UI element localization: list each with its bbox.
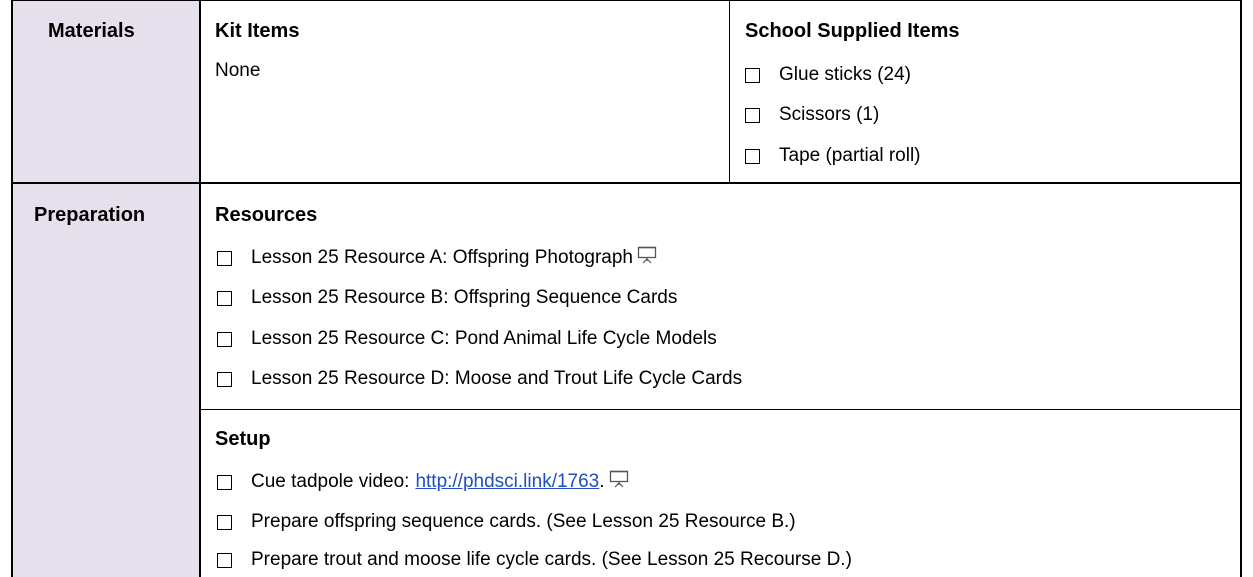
school-items-heading: School Supplied Items [745, 20, 960, 42]
setup-heading: Setup [215, 428, 271, 450]
setup-item-label: Prepare offspring sequence cards. (See L… [251, 511, 796, 532]
kit-items-value: None [215, 60, 261, 81]
school-item-label: Scissors (1) [779, 104, 880, 125]
checkbox-icon[interactable] [217, 250, 232, 266]
table-border-left [11, 0, 13, 577]
school-item-label: Tape (partial roll) [779, 145, 921, 166]
setup-item-label: Cue tadpole video: [251, 471, 410, 492]
checkbox-icon[interactable] [217, 552, 232, 568]
table-border-top [11, 0, 1242, 1]
preparation-label: Preparation [34, 204, 146, 226]
checkbox-icon[interactable] [217, 290, 232, 306]
school-item: Scissors (1) [745, 102, 879, 128]
checkbox-icon[interactable] [217, 514, 232, 530]
checkbox-icon[interactable] [217, 474, 232, 490]
checkbox-icon[interactable] [745, 148, 760, 164]
checkbox-icon[interactable] [745, 107, 760, 123]
setup-item-suffix: . [599, 471, 605, 492]
tadpole-video-link[interactable]: http://phdsci.link/1763 [415, 471, 599, 493]
projector-screen-icon [609, 470, 629, 494]
resources-setup-divider [200, 409, 1242, 410]
school-item-label: Glue sticks (24) [779, 64, 911, 85]
resource-item-label: Lesson 25 Resource A: Offspring Photogra… [251, 247, 634, 268]
resource-item: Lesson 25 Resource C: Pond Animal Life C… [217, 326, 717, 352]
checkbox-icon[interactable] [217, 371, 232, 387]
school-item: Glue sticks (24) [745, 62, 911, 88]
projector-screen-icon [637, 246, 657, 270]
preparation-label-cell [13, 184, 199, 577]
kit-items-heading: Kit Items [215, 20, 300, 42]
setup-item-label: Prepare trout and moose life cycle cards… [251, 549, 852, 570]
resource-item: Lesson 25 Resource A: Offspring Photogra… [217, 245, 657, 271]
table-divider-materials [729, 0, 730, 183]
table-row-divider [11, 182, 1242, 184]
resource-item-label: Lesson 25 Resource B: Offspring Sequence… [251, 287, 678, 308]
materials-label: Materials [48, 20, 135, 42]
table-border-right [1240, 0, 1242, 577]
school-item: Tape (partial roll) [745, 143, 921, 169]
resources-heading: Resources [215, 204, 318, 226]
checkbox-icon[interactable] [745, 67, 760, 83]
setup-item: Prepare offspring sequence cards. (See L… [217, 509, 796, 535]
resource-item-label: Lesson 25 Resource C: Pond Animal Life C… [251, 328, 717, 349]
resource-item-label: Lesson 25 Resource D: Moose and Trout Li… [251, 368, 743, 389]
setup-item: Prepare trout and moose life cycle cards… [217, 547, 852, 573]
table-divider-label [199, 0, 201, 577]
setup-item: Cue tadpole video: http://phdsci.link/17… [217, 469, 629, 495]
resource-item: Lesson 25 Resource D: Moose and Trout Li… [217, 366, 742, 392]
resource-item: Lesson 25 Resource B: Offspring Sequence… [217, 285, 677, 311]
checkbox-icon[interactable] [217, 331, 232, 347]
